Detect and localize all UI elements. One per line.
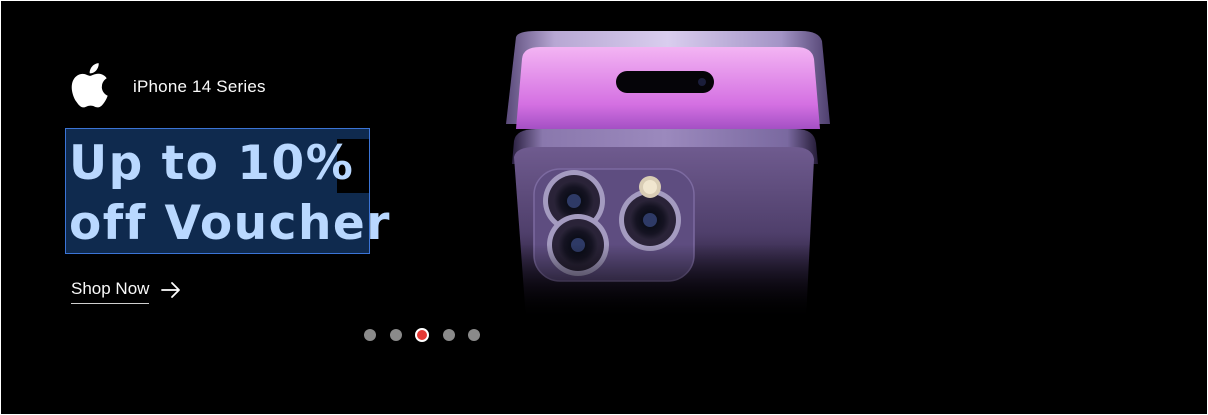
series-label: iPhone 14 Series: [133, 77, 266, 96]
apple-logo-icon: [71, 63, 108, 108]
carousel-dot-3-active[interactable]: [415, 328, 429, 342]
brand-row: [67, 59, 109, 111]
iphone-14-pro-image: [496, 31, 841, 319]
carousel-dot-2[interactable]: [389, 329, 402, 341]
carousel-dots: [364, 328, 494, 342]
headline-line-2: off Voucher: [69, 196, 391, 251]
shop-now-link[interactable]: Shop Now: [71, 279, 183, 304]
headline-line-1: Up to 10%: [69, 136, 355, 191]
arrow-right-icon[interactable]: [159, 278, 183, 302]
carousel-dot-4[interactable]: [442, 329, 455, 341]
carousel-dot-5[interactable]: [468, 329, 480, 341]
hero-banner: iPhone 14 Series Up to 10% off Voucher S…: [1, 1, 1207, 414]
carousel-dot-1[interactable]: [364, 329, 376, 341]
shop-now-label[interactable]: Shop Now: [71, 279, 150, 304]
